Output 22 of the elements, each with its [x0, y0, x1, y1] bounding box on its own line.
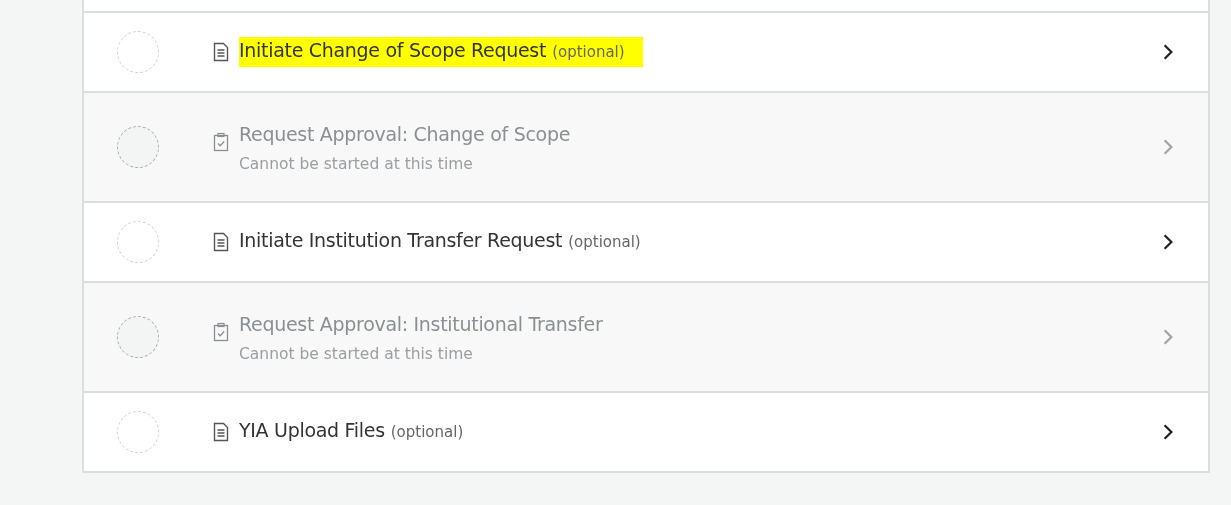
document-icon [213, 232, 229, 252]
chevron-right-icon [1162, 233, 1174, 251]
status-circle-icon [117, 316, 159, 358]
task-title: Request Approval: Institutional Transfer [239, 313, 603, 335]
task-title: Initiate Change of Scope Request [239, 39, 547, 61]
task-title: YIA Upload Files [239, 419, 385, 441]
task-title: Initiate Institution Transfer Request [239, 229, 563, 251]
document-icon [213, 422, 229, 442]
status-circle-icon [117, 126, 159, 168]
status-text: Cannot be started at this time [239, 345, 474, 363]
optional-label: (optional) [390, 423, 464, 441]
optional-label: (optional) [568, 233, 641, 251]
clipboard-check-icon [213, 132, 229, 152]
status-text: Cannot be started at this time [239, 155, 474, 173]
document-icon [213, 42, 229, 62]
optional-label: (optional) [552, 43, 625, 61]
clipboard-check-icon [213, 322, 229, 342]
task-title: Request Approval: Change of Scope [239, 123, 571, 145]
chevron-right-icon [1162, 328, 1174, 346]
chevron-right-icon [1162, 423, 1174, 441]
chevron-right-icon [1162, 138, 1174, 156]
chevron-right-icon [1162, 43, 1174, 61]
